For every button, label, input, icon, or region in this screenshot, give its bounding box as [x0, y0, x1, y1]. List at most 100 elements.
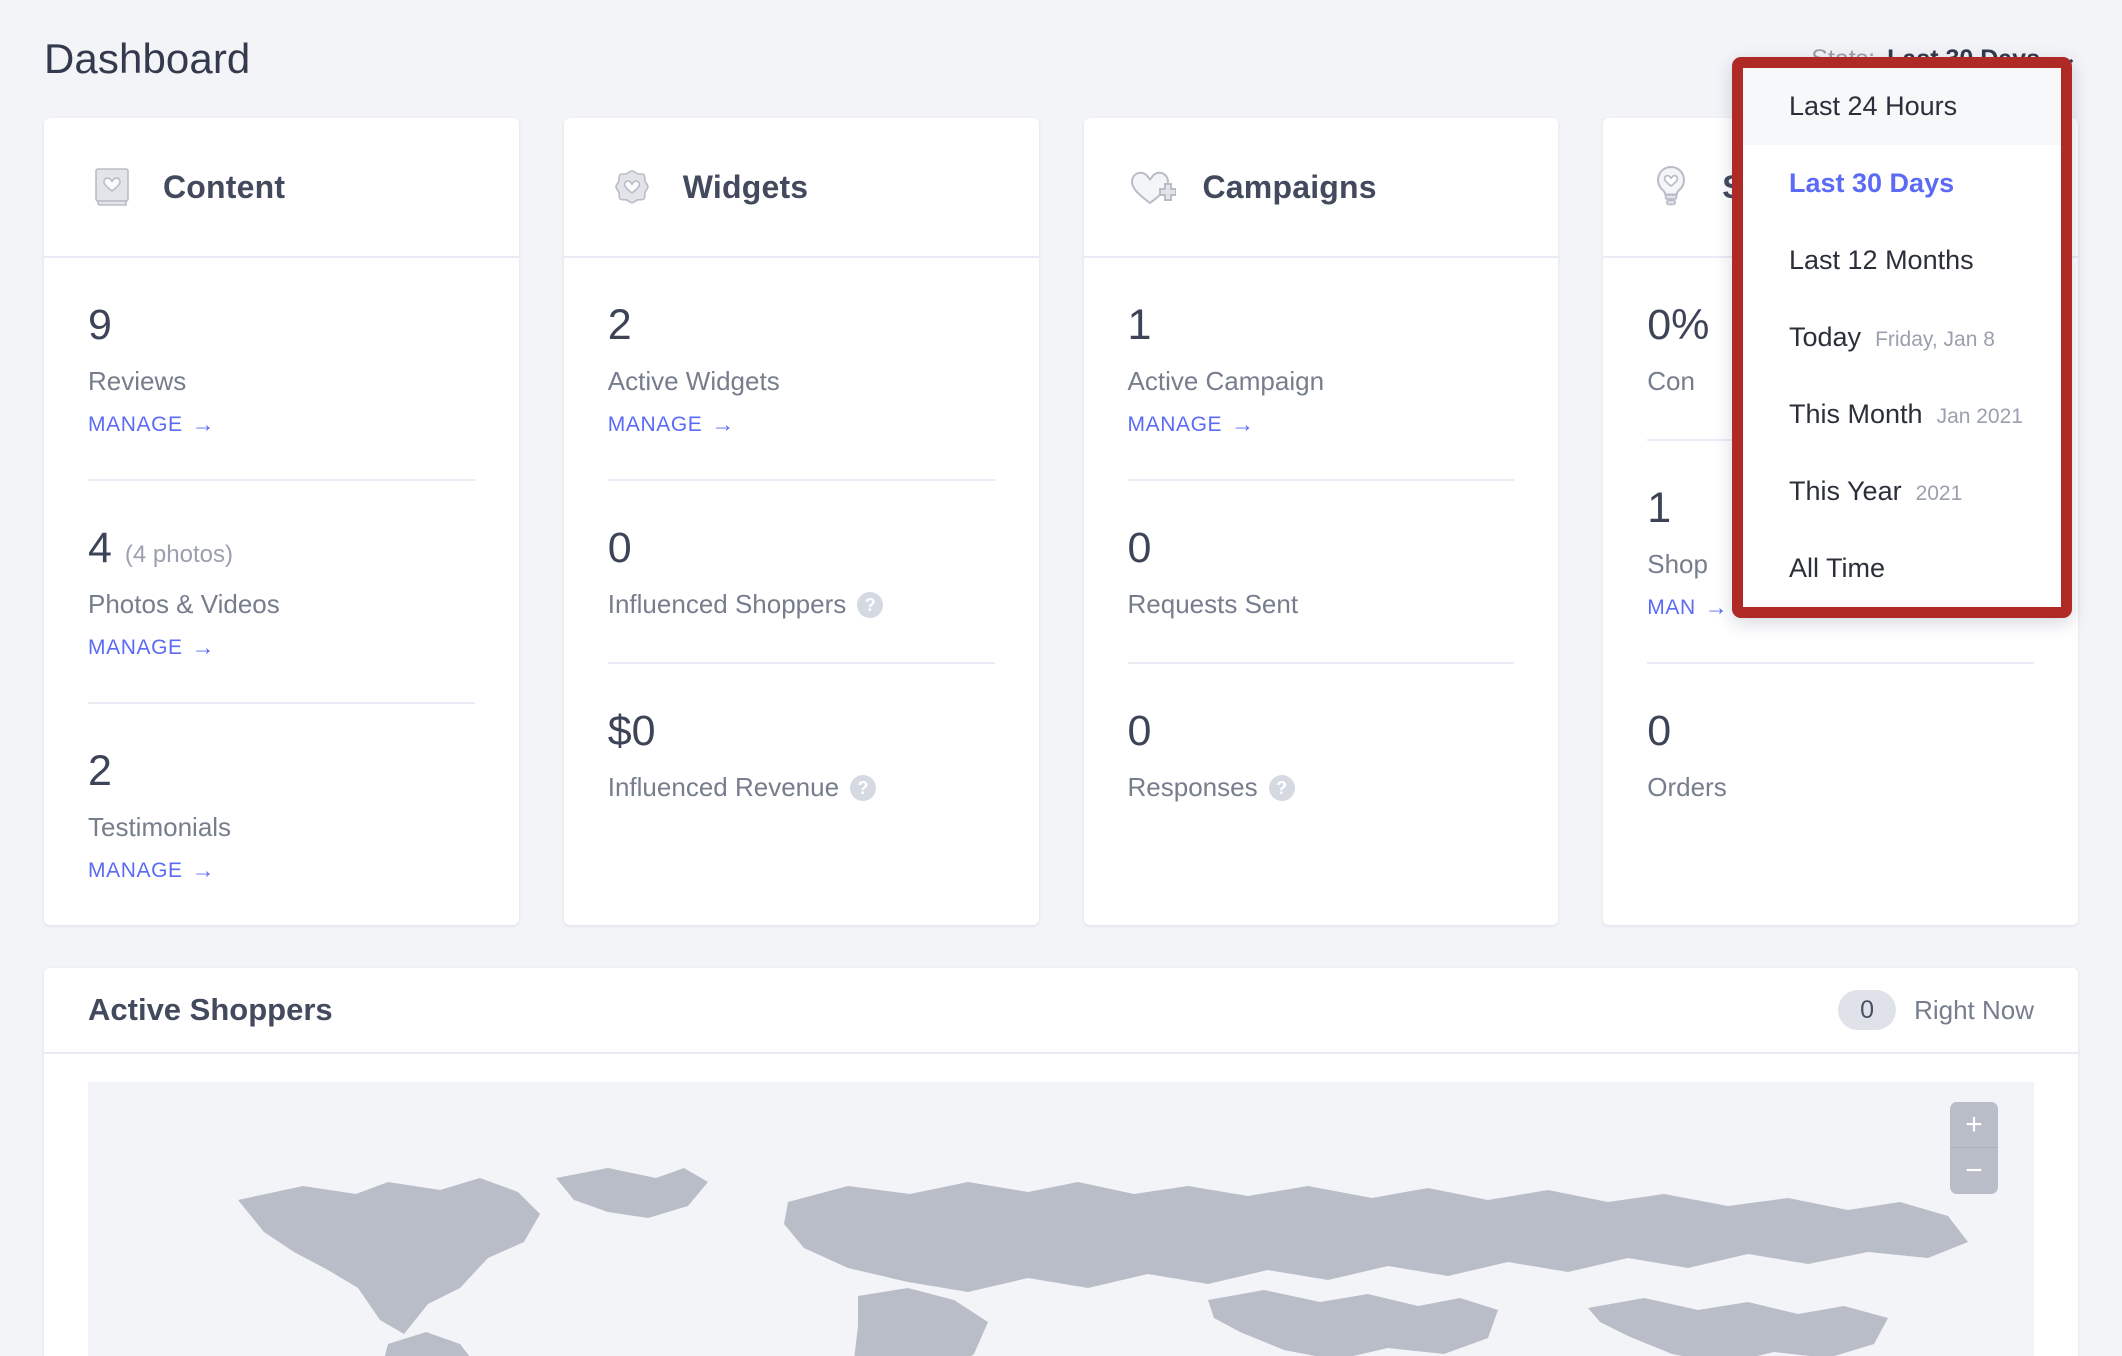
- right-now-count-badge: 0: [1838, 990, 1896, 1030]
- stats-range-option-label: All Time: [1789, 553, 1885, 584]
- stat-value-line: 1: [1128, 304, 1515, 347]
- stats-range-option-label: Last 24 Hours: [1789, 91, 1957, 122]
- stat-label-line: Orders: [1647, 772, 2034, 803]
- stat-card-header: Campaigns: [1084, 118, 1559, 258]
- manage-link-label: MANAGE: [88, 413, 183, 437]
- stat-value-sub: (4 photos): [125, 541, 233, 569]
- world-map[interactable]: + −: [88, 1082, 2034, 1356]
- stat-label-line: Responses?: [1128, 772, 1515, 803]
- active-shoppers-header: Active Shoppers 0 Right Now: [44, 968, 2078, 1054]
- stat-value: 9: [88, 304, 112, 347]
- bulb-heart-icon: [1647, 163, 1695, 211]
- stat-row: 2 Testimonials MANAGE →: [88, 702, 475, 925]
- stat-label: Testimonials: [88, 812, 231, 843]
- stat-value: 1: [1647, 487, 1671, 530]
- stat-row: 9 Reviews MANAGE→: [88, 258, 475, 479]
- stat-label-line: Influenced Shoppers?: [608, 589, 995, 620]
- stat-label-line: Influenced Revenue?: [608, 772, 995, 803]
- stat-card-body: 9ReviewsMANAGE→4(4 photos)Photos & Video…: [44, 258, 519, 925]
- stat-row: 0 Requests Sent: [1128, 479, 1515, 662]
- stats-range-option[interactable]: Last 24 Hours: [1743, 68, 2061, 145]
- manage-link[interactable]: MANAGE →: [88, 859, 215, 883]
- help-icon[interactable]: ?: [850, 775, 876, 801]
- page-title: Dashboard: [44, 35, 250, 83]
- arrow-right-icon: →: [192, 636, 216, 659]
- stat-row: 1Active CampaignMANAGE→: [1128, 258, 1515, 479]
- stat-value: 1: [1128, 304, 1152, 347]
- stat-value: 4: [88, 527, 112, 570]
- stat-row: $0 Influenced Revenue?: [608, 662, 995, 845]
- arrow-right-icon: →: [711, 413, 735, 436]
- map-zoom-in-button[interactable]: +: [1950, 1102, 1998, 1148]
- stat-value: $0: [608, 710, 656, 753]
- stat-label: Orders: [1647, 772, 1726, 803]
- stats-range-option[interactable]: Last 30 Days: [1743, 145, 2061, 222]
- stat-label-line: Active Widgets: [608, 366, 995, 397]
- stat-card: Content9ReviewsMANAGE→4(4 photos)Photos …: [44, 118, 519, 925]
- stat-card-title: Content: [163, 169, 285, 206]
- stat-card-body: 1Active CampaignMANAGE→0Requests Sent0Re…: [1084, 258, 1559, 845]
- help-icon[interactable]: ?: [1269, 775, 1295, 801]
- stats-range-option[interactable]: This MonthJan 2021: [1743, 376, 2061, 453]
- stat-card: Campaigns1Active CampaignMANAGE→0Request…: [1084, 118, 1559, 925]
- stats-range-option-note: 2021: [1916, 482, 1963, 506]
- stat-value-line: 0: [1128, 527, 1515, 570]
- active-shoppers-title: Active Shoppers: [88, 992, 333, 1028]
- stat-row: 4(4 photos)Photos & VideosMANAGE→: [88, 479, 475, 702]
- badge-heart-icon: [608, 163, 656, 211]
- stats-range-option[interactable]: Last 12 Months: [1743, 222, 2061, 299]
- stats-range-option-note: Jan 2021: [1937, 405, 2023, 429]
- map-zoom-out-button[interactable]: −: [1950, 1148, 1998, 1194]
- stat-card: Widgets 2 Active Widgets MANAGE → 0 Influenced…: [564, 118, 1039, 925]
- stat-label: Requests Sent: [1128, 589, 1299, 620]
- stats-range-option[interactable]: All Time: [1743, 530, 2061, 607]
- stat-value-line: 9: [88, 304, 475, 347]
- stats-range-option-label: Last 12 Months: [1789, 245, 1974, 276]
- stat-value-line: 2: [608, 304, 995, 347]
- stat-card-header: Content: [44, 118, 519, 258]
- stat-label: Influenced Revenue: [608, 772, 839, 803]
- manage-link-label: MANAGE: [1128, 413, 1223, 437]
- stat-label-line: Requests Sent: [1128, 589, 1515, 620]
- manage-link[interactable]: MANAGE →: [88, 636, 215, 660]
- stat-label: Con: [1647, 366, 1695, 397]
- stats-range-dropdown[interactable]: Last 24 Hours Last 30 Days Last 12 Months T…: [1732, 57, 2072, 618]
- stat-value: 0: [1128, 710, 1152, 753]
- arrow-right-icon: →: [192, 859, 216, 882]
- stat-row: 0Orders: [1647, 662, 2034, 845]
- arrow-right-icon: →: [1231, 413, 1255, 436]
- help-icon[interactable]: ?: [857, 592, 883, 618]
- stat-label: Reviews: [88, 366, 186, 397]
- right-now-label: Right Now: [1914, 995, 2034, 1026]
- stats-range-option-label: This Year: [1789, 476, 1902, 507]
- stat-label: Active Widgets: [608, 366, 780, 397]
- stats-range-option[interactable]: Today Friday, Jan 8: [1743, 299, 2061, 376]
- manage-link-label: MANAGE: [88, 859, 183, 883]
- active-shoppers-panel: Active Shoppers 0 Right Now: [44, 968, 2078, 1356]
- stat-label: Responses: [1128, 772, 1258, 803]
- manage-link[interactable]: MANAGE →: [608, 413, 735, 437]
- stat-value: 2: [88, 750, 112, 793]
- stats-range-option[interactable]: This Year 2021: [1743, 453, 2061, 530]
- manage-link-label: MANAGE: [608, 413, 703, 437]
- manage-link[interactable]: MAN→: [1647, 596, 1728, 620]
- stat-label: Shop: [1647, 549, 1708, 580]
- manage-link-label: MANAGE: [88, 636, 183, 660]
- stat-card-title: Widgets: [683, 169, 809, 206]
- stat-label: Influenced Shoppers: [608, 589, 847, 620]
- book-heart-icon: [88, 163, 136, 211]
- manage-link[interactable]: MANAGE→: [88, 413, 215, 437]
- stat-value: 2: [608, 304, 632, 347]
- stat-label-line: Testimonials: [88, 812, 475, 843]
- world-map-graphic: [88, 1082, 2034, 1356]
- right-now-indicator: 0 Right Now: [1838, 990, 2034, 1030]
- stats-range-option-label: Today: [1789, 322, 1861, 353]
- stat-value-line: $0: [608, 710, 995, 753]
- stat-label-line: Reviews: [88, 366, 475, 397]
- stats-range-option-note: Friday, Jan 8: [1875, 328, 1995, 352]
- manage-link[interactable]: MANAGE →: [1128, 413, 1255, 437]
- stats-range-option-label: Last 30 Days: [1789, 168, 1954, 199]
- map-zoom-controls[interactable]: + −: [1950, 1102, 1998, 1194]
- manage-link-label: MAN: [1647, 596, 1695, 620]
- stat-value-line: 0: [608, 527, 995, 570]
